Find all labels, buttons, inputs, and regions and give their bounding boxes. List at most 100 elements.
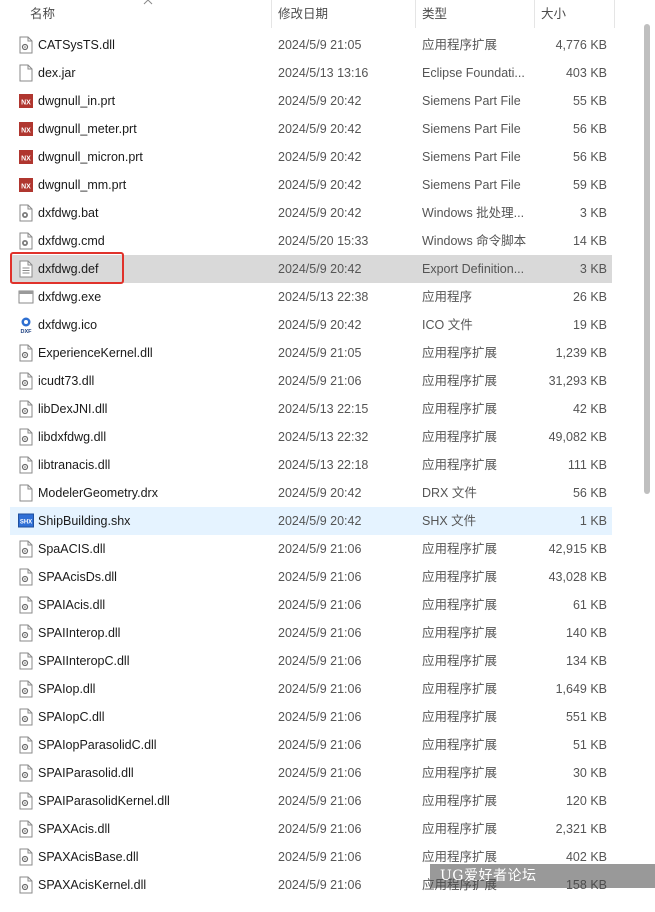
file-date-modified: 2024/5/13 13:16	[278, 66, 369, 80]
file-type: 应用程序扩展	[422, 542, 498, 556]
file-name: dxfdwg.bat	[38, 206, 99, 220]
file-size: 1 KB	[579, 514, 607, 528]
file-size: 56 KB	[572, 122, 607, 136]
file-type: 应用程序扩展	[422, 570, 498, 584]
file-name: SPAIopParasolidC.dll	[38, 738, 157, 752]
file-type: 应用程序扩展	[422, 710, 498, 724]
file-size: 3 KB	[579, 262, 607, 276]
file-row[interactable]: SPAIParasolidKernel.dll 2024/5/9 21:06 应用程…	[10, 787, 612, 815]
file-row[interactable]: ModelerGeometry.drx 2024/5/9 20:42 DRX 文件 5…	[10, 479, 612, 507]
file-row[interactable]: DXF dxfdwg.ico 2024/5/9 20:42 ICO 文件 19 KB	[10, 311, 612, 339]
file-row[interactable]: CATSysTS.dll 2024/5/9 21:05 应用程序扩展 4,776 KB	[10, 31, 612, 59]
file-type: 应用程序扩展	[422, 374, 498, 388]
file-row[interactable]: SPAIop.dll 2024/5/9 21:06 应用程序扩展 1,649 KB	[10, 675, 612, 703]
file-date-modified: 2024/5/9 21:06	[278, 542, 362, 556]
file-row[interactable]: SPAIopC.dll 2024/5/9 21:06 应用程序扩展 551 KB	[10, 703, 612, 731]
file-row[interactable]: dxfdwg.cmd 2024/5/20 15:33 Windows 命令脚本 14 …	[10, 227, 612, 255]
dll-icon	[19, 36, 33, 54]
file-date-modified: 2024/5/9 20:42	[278, 262, 362, 276]
file-name: SPAIAcis.dll	[38, 598, 106, 612]
file-row[interactable]: libdxfdwg.dll 2024/5/13 22:32 应用程序扩展 49,082…	[10, 423, 612, 451]
file-size: 43,028 KB	[548, 570, 607, 584]
file-type: 应用程序扩展	[422, 626, 498, 640]
file-size: 1,239 KB	[555, 346, 607, 360]
file-size: 51 KB	[572, 738, 607, 752]
file-type: 应用程序扩展	[422, 346, 498, 360]
dll-icon	[19, 736, 33, 754]
file-row[interactable]: dxfdwg.exe 2024/5/13 22:38 应用程序 26 KB	[10, 283, 612, 311]
file-type: 应用程序扩展	[422, 794, 498, 808]
file-type: Siemens Part File	[422, 150, 521, 164]
file-row[interactable]: NX dwgnull_mm.prt 2024/5/9 20:42 Siemens Pa…	[10, 171, 612, 199]
file-type: 应用程序扩展	[422, 458, 498, 472]
file-type: Windows 命令脚本	[422, 234, 527, 248]
file-row[interactable]: ExperienceKernel.dll 2024/5/9 21:05 应用程序扩展…	[10, 339, 612, 367]
column-divider[interactable]	[271, 0, 272, 28]
file-row[interactable]: icudt73.dll 2024/5/9 21:06 应用程序扩展 31,293 KB	[10, 367, 612, 395]
column-header-size[interactable]: 大小	[541, 0, 566, 28]
file-size: 59 KB	[572, 178, 607, 192]
file-date-modified: 2024/5/9 20:42	[278, 122, 362, 136]
file-type: 应用程序扩展	[422, 822, 498, 836]
file-type: Siemens Part File	[422, 178, 521, 192]
file-date-modified: 2024/5/9 20:42	[278, 486, 362, 500]
file-row[interactable]: libDexJNI.dll 2024/5/13 22:15 应用程序扩展 42 KB	[10, 395, 612, 423]
dll-icon	[19, 540, 33, 558]
file-size: 61 KB	[572, 598, 607, 612]
file-date-modified: 2024/5/9 21:06	[278, 598, 362, 612]
column-header-bar: 名称 修改日期 类型 大小	[0, 0, 615, 28]
file-date-modified: 2024/5/9 21:06	[278, 654, 362, 668]
file-row[interactable]: SpaACIS.dll 2024/5/9 21:06 应用程序扩展 42,915 KB	[10, 535, 612, 563]
file-row[interactable]: SPAIInterop.dll 2024/5/9 21:06 应用程序扩展 140 K…	[10, 619, 612, 647]
file-date-modified: 2024/5/13 22:32	[278, 430, 369, 444]
file-row[interactable]: dxfdwg.bat 2024/5/9 20:42 Windows 批处理... 3 …	[10, 199, 612, 227]
file-date-modified: 2024/5/9 21:05	[278, 38, 362, 52]
file-name: SPAXAcisBase.dll	[38, 850, 139, 864]
column-header-modified[interactable]: 修改日期	[278, 0, 328, 28]
dll-icon	[19, 596, 33, 614]
file-row[interactable]: SPAIParasolid.dll 2024/5/9 21:06 应用程序扩展 30 …	[10, 759, 612, 787]
file-size: 1,649 KB	[555, 682, 607, 696]
file-row[interactable]: libtranacis.dll 2024/5/13 22:18 应用程序扩展 111 …	[10, 451, 612, 479]
file-row[interactable]: SHX ShipBuilding.shx 2024/5/9 20:42 SHX 文件 1…	[10, 507, 612, 535]
file-row[interactable]: SPAIopParasolidC.dll 2024/5/9 21:06 应用程序扩展…	[10, 731, 612, 759]
file-row[interactable]: dex.jar 2024/5/13 13:16 Eclipse Foundati..…	[10, 59, 612, 87]
file-name: dwgnull_in.prt	[38, 94, 116, 108]
file-row[interactable]: SPAAcisDs.dll 2024/5/9 21:06 应用程序扩展 43,028 …	[10, 563, 612, 591]
file-type: Windows 批处理...	[422, 206, 525, 220]
file-name: libDexJNI.dll	[38, 402, 108, 416]
file-type: Siemens Part File	[422, 122, 521, 136]
file-row[interactable]: NX dwgnull_meter.prt 2024/5/9 20:42 Siemens…	[10, 115, 612, 143]
file-date-modified: 2024/5/9 21:06	[278, 374, 362, 388]
vertical-scrollbar[interactable]	[640, 0, 655, 888]
file-size: 3 KB	[579, 206, 607, 220]
column-header-type[interactable]: 类型	[422, 0, 447, 28]
file-row[interactable]: NX dwgnull_in.prt 2024/5/9 20:42 Siemens Pa…	[10, 87, 612, 115]
nx-icon: NX	[19, 122, 33, 136]
column-header-name[interactable]: 名称	[30, 0, 55, 28]
file-row[interactable]: SPAIAcis.dll 2024/5/9 21:06 应用程序扩展 61 KB	[10, 591, 612, 619]
file-row[interactable]: NX dwgnull_micron.prt 2024/5/9 20:42 Siemen…	[10, 143, 612, 171]
file-row[interactable]: SPAIInteropC.dll 2024/5/9 21:06 应用程序扩展 134 …	[10, 647, 612, 675]
file-size: 26 KB	[572, 290, 607, 304]
column-divider[interactable]	[415, 0, 416, 28]
file-size: 551 KB	[565, 710, 607, 724]
file-size: 14 KB	[572, 234, 607, 248]
file-name: SPAIopC.dll	[38, 710, 105, 724]
file-date-modified: 2024/5/9 20:42	[278, 206, 362, 220]
scrollbar-thumb[interactable]	[644, 24, 650, 494]
dll-icon	[19, 792, 33, 810]
file-name: SpaACIS.dll	[38, 542, 106, 556]
file-type: 应用程序扩展	[422, 402, 498, 416]
nx-icon: NX	[19, 94, 33, 108]
column-divider[interactable]	[534, 0, 535, 28]
file-size: 55 KB	[572, 94, 607, 108]
file-date-modified: 2024/5/9 20:42	[278, 150, 362, 164]
file-name: SPAXAcisKernel.dll	[38, 878, 147, 892]
file-date-modified: 2024/5/9 20:42	[278, 178, 362, 192]
file-name: libtranacis.dll	[38, 458, 111, 472]
file-name: dwgnull_micron.prt	[38, 150, 143, 164]
file-row[interactable]: SPAXAcis.dll 2024/5/9 21:06 应用程序扩展 2,321 KB	[10, 815, 612, 843]
gear-file-icon	[19, 204, 33, 222]
column-divider[interactable]	[614, 0, 615, 28]
